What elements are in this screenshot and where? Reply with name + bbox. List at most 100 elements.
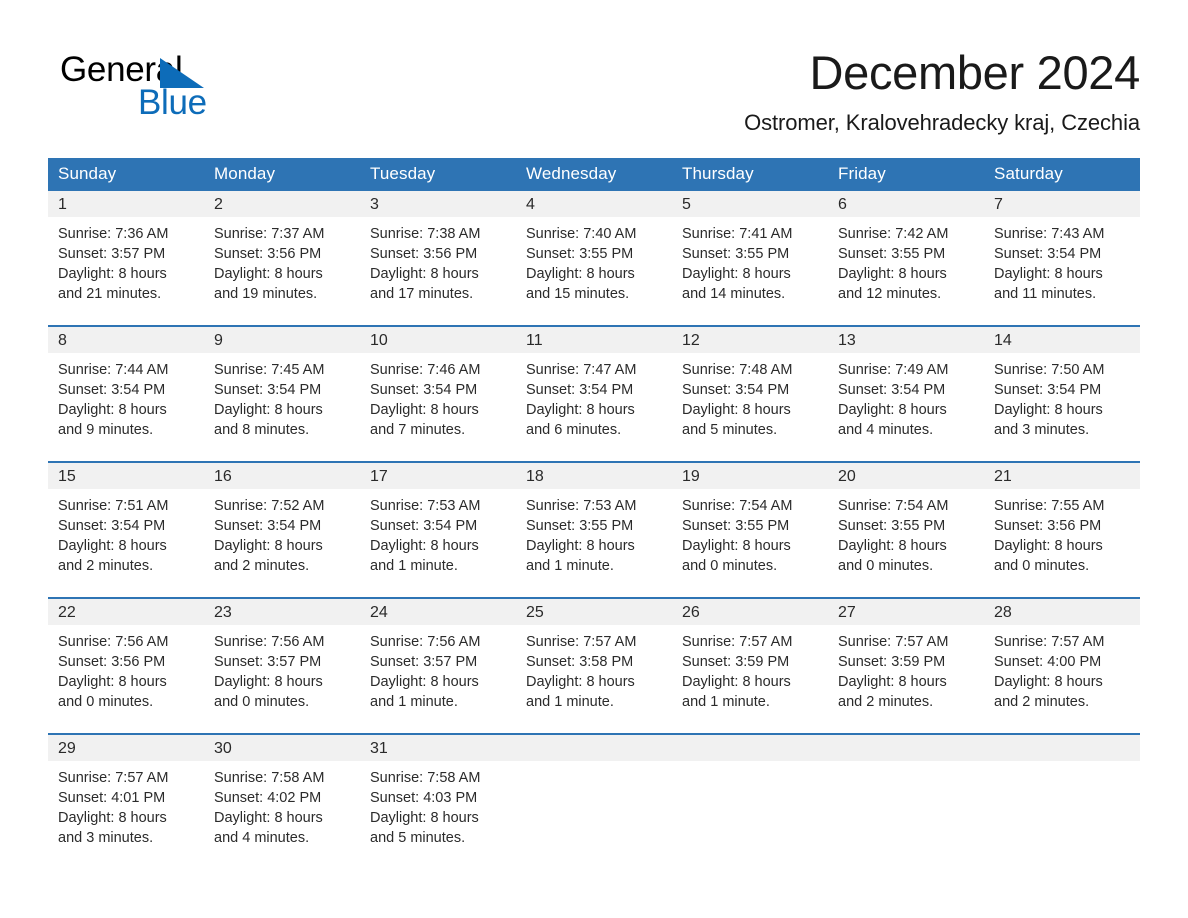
sunrise-time: Sunrise: 7:58 AM [370,770,481,786]
sunset-time: Sunset: 3:55 PM [526,246,634,262]
sunrise-time: Sunrise: 7:43 AM [994,226,1105,242]
day-details: Sunrise: 7:54 AM Sunset: 3:55 PM Daylight:… [828,489,984,597]
daylight-duration-line2: and 5 minutes. [682,422,778,438]
day-details: Sunrise: 7:56 AM Sunset: 3:57 PM Daylight:… [204,625,360,733]
sunrise-time: Sunrise: 7:41 AM [682,226,793,242]
calendar-day-cell[interactable]: 4 Sunrise: 7:40 AM Sunset: 3:55 PM Daylight… [516,191,672,326]
daylight-duration-line1: Daylight: 8 hours [58,538,167,554]
calendar-day-cell[interactable]: 30 Sunrise: 7:58 AM Sunset: 4:02 PM Dayligh… [204,733,360,873]
page-title: December 2024 [809,46,1140,99]
sunset-time: Sunset: 3:55 PM [682,246,790,262]
day-details [984,761,1140,873]
daylight-duration-line2: and 2 minutes. [838,694,934,710]
calendar-day-cell[interactable]: 21 Sunrise: 7:55 AM Sunset: 3:56 PM Dayligh… [984,461,1140,598]
sunset-time: Sunset: 3:56 PM [994,518,1102,534]
calendar-day-cell[interactable]: 3 Sunrise: 7:38 AM Sunset: 3:56 PM Daylight… [360,191,516,326]
daylight-duration-line2: and 19 minutes. [214,286,318,302]
calendar-week-row: 1 Sunrise: 7:36 AM Sunset: 3:57 PM Daylight… [48,191,1140,326]
sunrise-time: Sunrise: 7:58 AM [214,770,325,786]
sunrise-time: Sunrise: 7:57 AM [838,634,949,650]
calendar-day-cell[interactable]: 25 Sunrise: 7:57 AM Sunset: 3:58 PM Dayligh… [516,597,672,734]
daylight-duration-line1: Daylight: 8 hours [214,810,323,826]
sunrise-time: Sunrise: 7:57 AM [526,634,637,650]
sunrise-time: Sunrise: 7:55 AM [994,498,1105,514]
daylight-duration-line2: and 6 minutes. [526,422,622,438]
calendar-day-cell[interactable]: 27 Sunrise: 7:57 AM Sunset: 3:59 PM Dayligh… [828,597,984,734]
weekday-header-monday: Monday [204,158,360,191]
day-number: 20 [828,463,984,489]
daylight-duration-line2: and 4 minutes. [838,422,934,438]
daylight-duration-line1: Daylight: 8 hours [58,674,167,690]
day-details: Sunrise: 7:57 AM Sunset: 3:59 PM Daylight:… [828,625,984,733]
calendar-day-cell[interactable]: 13 Sunrise: 7:49 AM Sunset: 3:54 PM Dayligh… [828,325,984,462]
sunrise-time: Sunrise: 7:52 AM [214,498,325,514]
day-details: Sunrise: 7:52 AM Sunset: 3:54 PM Daylight:… [204,489,360,597]
sunrise-time: Sunrise: 7:38 AM [370,226,481,242]
calendar-day-cell[interactable]: 23 Sunrise: 7:56 AM Sunset: 3:57 PM Dayligh… [204,597,360,734]
calendar-day-cell[interactable]: 26 Sunrise: 7:57 AM Sunset: 3:59 PM Dayligh… [672,597,828,734]
calendar-day-cell[interactable]: 12 Sunrise: 7:48 AM Sunset: 3:54 PM Dayligh… [672,325,828,462]
daylight-duration-line2: and 4 minutes. [214,830,310,846]
daylight-duration-line2: and 14 minutes. [682,286,786,302]
day-details [828,761,984,873]
day-details: Sunrise: 7:53 AM Sunset: 3:55 PM Daylight:… [516,489,672,597]
calendar-day-cell[interactable]: 11 Sunrise: 7:47 AM Sunset: 3:54 PM Dayligh… [516,325,672,462]
sunset-time: Sunset: 4:02 PM [214,790,322,806]
calendar-week-row: 8 Sunrise: 7:44 AM Sunset: 3:54 PM Daylight… [48,325,1140,462]
calendar-day-cell[interactable]: 6 Sunrise: 7:42 AM Sunset: 3:55 PM Daylight… [828,191,984,326]
generalblue-logo[interactable]: General Blue [60,50,270,126]
weekday-header-tuesday: Tuesday [360,158,516,191]
daylight-duration-line1: Daylight: 8 hours [58,266,167,282]
day-details: Sunrise: 7:57 AM Sunset: 3:58 PM Daylight:… [516,625,672,733]
calendar-day-cell[interactable]: 28 Sunrise: 7:57 AM Sunset: 4:00 PM Dayligh… [984,597,1140,734]
sunset-time: Sunset: 3:54 PM [682,382,790,398]
daylight-duration-line1: Daylight: 8 hours [214,266,323,282]
daylight-duration-line2: and 9 minutes. [58,422,154,438]
calendar-day-cell[interactable]: 31 Sunrise: 7:58 AM Sunset: 4:03 PM Dayligh… [360,733,516,873]
day-number: 11 [516,327,672,353]
calendar-day-cell[interactable]: 2 Sunrise: 7:37 AM Sunset: 3:56 PM Daylight… [204,191,360,326]
daylight-duration-line2: and 5 minutes. [370,830,466,846]
day-number: 19 [672,463,828,489]
calendar-day-cell[interactable]: 1 Sunrise: 7:36 AM Sunset: 3:57 PM Daylight… [48,191,204,326]
calendar-day-cell[interactable]: 17 Sunrise: 7:53 AM Sunset: 3:54 PM Dayligh… [360,461,516,598]
calendar-day-cell[interactable]: 8 Sunrise: 7:44 AM Sunset: 3:54 PM Daylight… [48,325,204,462]
calendar-page: General Blue December 2024 Ostromer, Kra… [0,0,1188,918]
calendar-day-cell[interactable]: 22 Sunrise: 7:56 AM Sunset: 3:56 PM Dayligh… [48,597,204,734]
day-number: 4 [516,191,672,217]
sunset-time: Sunset: 3:56 PM [214,246,322,262]
weekday-header-saturday: Saturday [984,158,1140,191]
calendar-day-cell[interactable]: 18 Sunrise: 7:53 AM Sunset: 3:55 PM Dayligh… [516,461,672,598]
calendar-day-cell[interactable]: 7 Sunrise: 7:43 AM Sunset: 3:54 PM Daylight… [984,191,1140,326]
calendar-day-cell[interactable]: 14 Sunrise: 7:50 AM Sunset: 3:54 PM Dayligh… [984,325,1140,462]
calendar-day-cell-empty [672,733,828,873]
daylight-duration-line1: Daylight: 8 hours [370,810,479,826]
calendar-day-cell[interactable]: 10 Sunrise: 7:46 AM Sunset: 3:54 PM Dayligh… [360,325,516,462]
calendar-day-cell[interactable]: 15 Sunrise: 7:51 AM Sunset: 3:54 PM Dayligh… [48,461,204,598]
day-details: Sunrise: 7:48 AM Sunset: 3:54 PM Daylight:… [672,353,828,461]
day-number: 26 [672,599,828,625]
calendar-day-cell[interactable]: 9 Sunrise: 7:45 AM Sunset: 3:54 PM Daylight… [204,325,360,462]
sunset-time: Sunset: 4:03 PM [370,790,478,806]
day-details: Sunrise: 7:56 AM Sunset: 3:56 PM Daylight:… [48,625,204,733]
daylight-duration-line1: Daylight: 8 hours [526,538,635,554]
calendar-day-cell[interactable]: 19 Sunrise: 7:54 AM Sunset: 3:55 PM Dayligh… [672,461,828,598]
calendar-day-cell[interactable]: 20 Sunrise: 7:54 AM Sunset: 3:55 PM Dayligh… [828,461,984,598]
daylight-duration-line1: Daylight: 8 hours [526,402,635,418]
day-details: Sunrise: 7:49 AM Sunset: 3:54 PM Daylight:… [828,353,984,461]
weekday-header-row: Sunday Monday Tuesday Wednesday Thursday… [48,158,1140,191]
daylight-duration-line1: Daylight: 8 hours [526,266,635,282]
logo-text-blue: Blue [138,83,207,122]
day-details: Sunrise: 7:46 AM Sunset: 3:54 PM Daylight:… [360,353,516,461]
title-block: December 2024 Ostromer, Kralovehradecky … [744,44,1140,138]
weekday-header-wednesday: Wednesday [516,158,672,191]
sunrise-time: Sunrise: 7:51 AM [58,498,169,514]
day-number [672,735,828,761]
calendar-day-cell[interactable]: 5 Sunrise: 7:41 AM Sunset: 3:55 PM Daylight… [672,191,828,326]
sunrise-time: Sunrise: 7:40 AM [526,226,637,242]
calendar-day-cell[interactable]: 16 Sunrise: 7:52 AM Sunset: 3:54 PM Dayligh… [204,461,360,598]
day-number: 25 [516,599,672,625]
weekday-header-friday: Friday [828,158,984,191]
calendar-day-cell[interactable]: 24 Sunrise: 7:56 AM Sunset: 3:57 PM Dayligh… [360,597,516,734]
calendar-day-cell[interactable]: 29 Sunrise: 7:57 AM Sunset: 4:01 PM Dayligh… [48,733,204,873]
